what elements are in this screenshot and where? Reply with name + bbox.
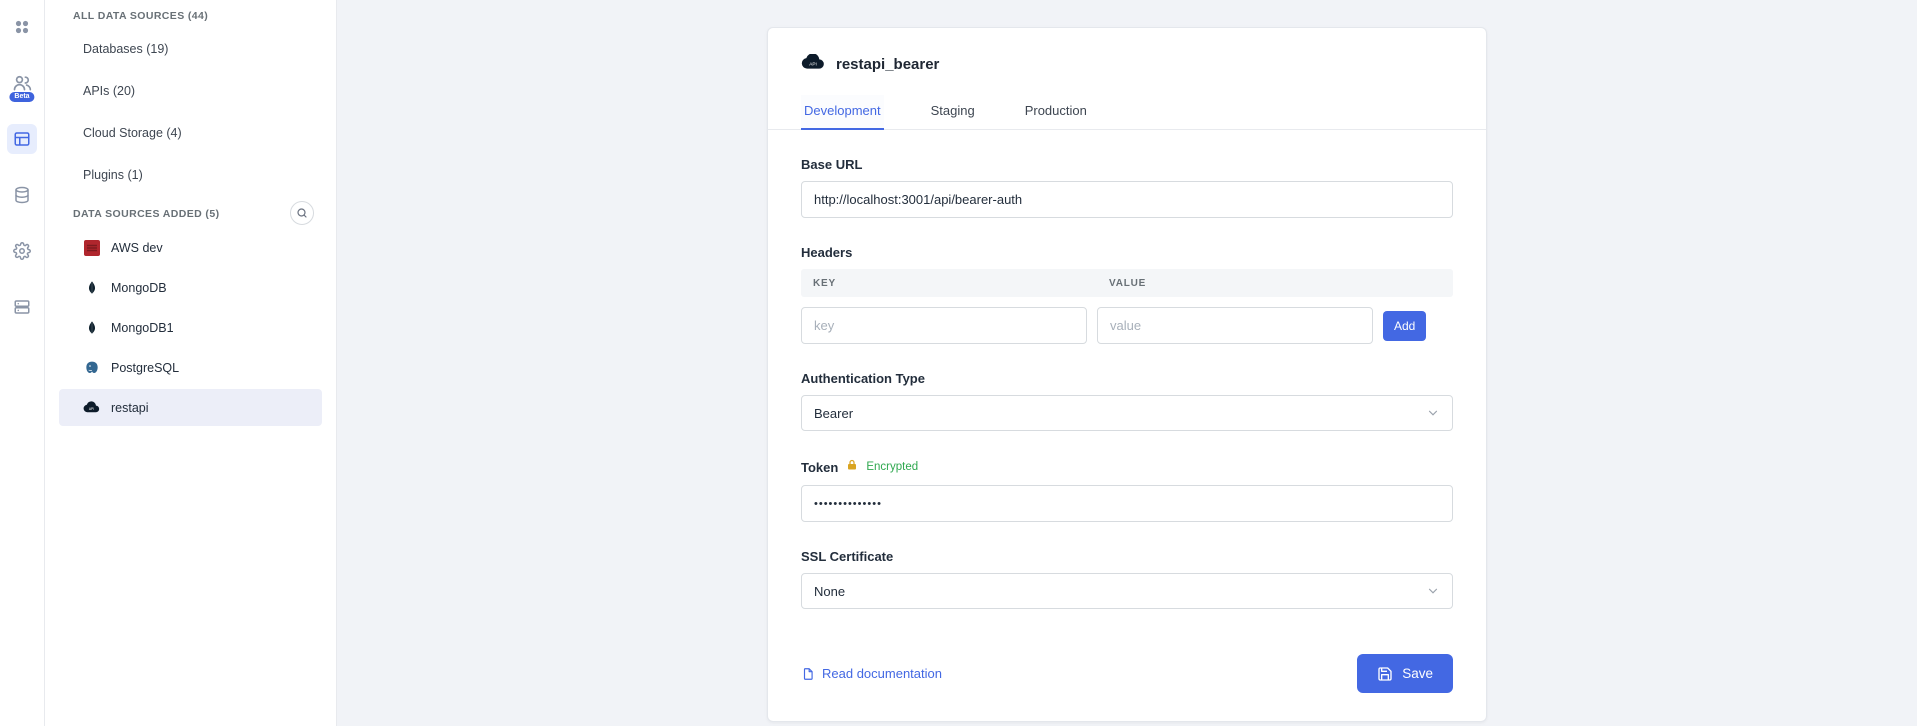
lock-icon: [846, 458, 858, 476]
svg-text:API: API: [809, 62, 817, 67]
ssl-certificate-value: None: [814, 584, 845, 599]
auth-type-select[interactable]: Bearer: [801, 395, 1453, 431]
mongodb-icon: [83, 319, 100, 336]
svg-text:API: API: [89, 407, 94, 411]
source-label: MongoDB1: [111, 321, 174, 335]
headers-value-column: VALUE: [1097, 278, 1146, 289]
database-icon[interactable]: [7, 180, 37, 210]
sidebar-item-plugins[interactable]: Plugins (1): [45, 154, 336, 196]
headers-input-row: Add: [801, 307, 1453, 344]
base-url-input[interactable]: [801, 181, 1453, 218]
all-data-sources-header: ALL DATA SOURCES (44): [45, 2, 336, 28]
search-button[interactable]: [290, 201, 314, 225]
source-label: restapi: [111, 401, 149, 415]
ssl-certificate-select[interactable]: None: [801, 573, 1453, 609]
auth-type-label: Authentication Type: [801, 371, 1453, 386]
headers-column-row: KEY VALUE: [801, 269, 1453, 297]
headers-key-column: KEY: [801, 278, 1097, 289]
data-sources-added-row: DATA SOURCES ADDED (5): [45, 200, 336, 226]
documentation-icon: [801, 667, 815, 681]
data-sources-icon[interactable]: [7, 124, 37, 154]
data-sources-added-header: DATA SOURCES ADDED (5): [45, 200, 219, 226]
datasource-card: API restapi_bearer Development Staging P…: [767, 27, 1487, 722]
sidebar-item-apis[interactable]: APIs (20): [45, 70, 336, 112]
doc-link-label: Read documentation: [822, 666, 942, 681]
sidebar-source-restapi[interactable]: API restapi: [59, 389, 322, 426]
main-area: API restapi_bearer Development Staging P…: [337, 0, 1917, 726]
mongodb-icon: [83, 279, 100, 296]
read-documentation-link[interactable]: Read documentation: [801, 666, 942, 681]
page-title: restapi_bearer: [836, 56, 939, 73]
save-button-label: Save: [1402, 666, 1433, 681]
datasource-form: Base URL Headers KEY VALUE Add Authentic…: [768, 130, 1486, 609]
source-label: MongoDB: [111, 281, 167, 295]
sidebar-item-databases[interactable]: Databases (19): [45, 28, 336, 70]
source-label: PostgreSQL: [111, 361, 179, 375]
chevron-down-icon: [1426, 584, 1440, 598]
users-icon[interactable]: Beta: [7, 68, 37, 98]
ssl-certificate-label: SSL Certificate: [801, 549, 1453, 564]
add-header-button[interactable]: Add: [1383, 311, 1426, 341]
restapi-icon: API: [83, 399, 100, 416]
base-url-label: Base URL: [801, 157, 1453, 172]
token-label: Token: [801, 460, 838, 475]
tab-development[interactable]: Development: [801, 95, 884, 130]
save-icon: [1377, 666, 1393, 682]
search-icon: [296, 207, 308, 219]
beta-badge: Beta: [9, 92, 34, 102]
tab-staging[interactable]: Staging: [928, 95, 978, 130]
marketplace-icon[interactable]: [7, 292, 37, 322]
sidebar-item-cloud-storage[interactable]: Cloud Storage (4): [45, 112, 336, 154]
source-label: AWS dev: [111, 241, 163, 255]
environment-tabs: Development Staging Production: [768, 95, 1486, 130]
tab-production[interactable]: Production: [1022, 95, 1090, 130]
save-button[interactable]: Save: [1357, 654, 1453, 693]
encrypted-badge: Encrypted: [866, 461, 918, 473]
chevron-down-icon: [1426, 406, 1440, 420]
card-footer: Read documentation Save: [768, 654, 1486, 721]
token-label-row: Token Encrypted: [801, 458, 1453, 476]
token-input[interactable]: [801, 485, 1453, 522]
sidebar-source-mongodb[interactable]: MongoDB: [59, 269, 322, 306]
app-root: Beta ALL DATA SOURCES (44) Databases (19…: [0, 0, 1917, 726]
sidebar-source-postgresql[interactable]: PostgreSQL: [59, 349, 322, 386]
auth-type-value: Bearer: [814, 406, 853, 421]
sidebar-source-mongodb1[interactable]: MongoDB1: [59, 309, 322, 346]
card-header: API restapi_bearer: [768, 28, 1486, 75]
postgresql-icon: [83, 359, 100, 376]
left-icon-rail: Beta: [0, 0, 45, 726]
settings-gear-icon[interactable]: [7, 236, 37, 266]
sidebar-source-aws-dev[interactable]: AWS dev: [59, 229, 322, 266]
app-logo-icon[interactable]: [7, 12, 37, 42]
data-sources-sidebar: ALL DATA SOURCES (44) Databases (19) API…: [45, 0, 337, 726]
restapi-icon: API: [801, 54, 825, 75]
aws-icon: [83, 239, 100, 256]
header-value-input[interactable]: [1097, 307, 1373, 344]
header-key-input[interactable]: [801, 307, 1087, 344]
headers-label: Headers: [801, 245, 1453, 260]
